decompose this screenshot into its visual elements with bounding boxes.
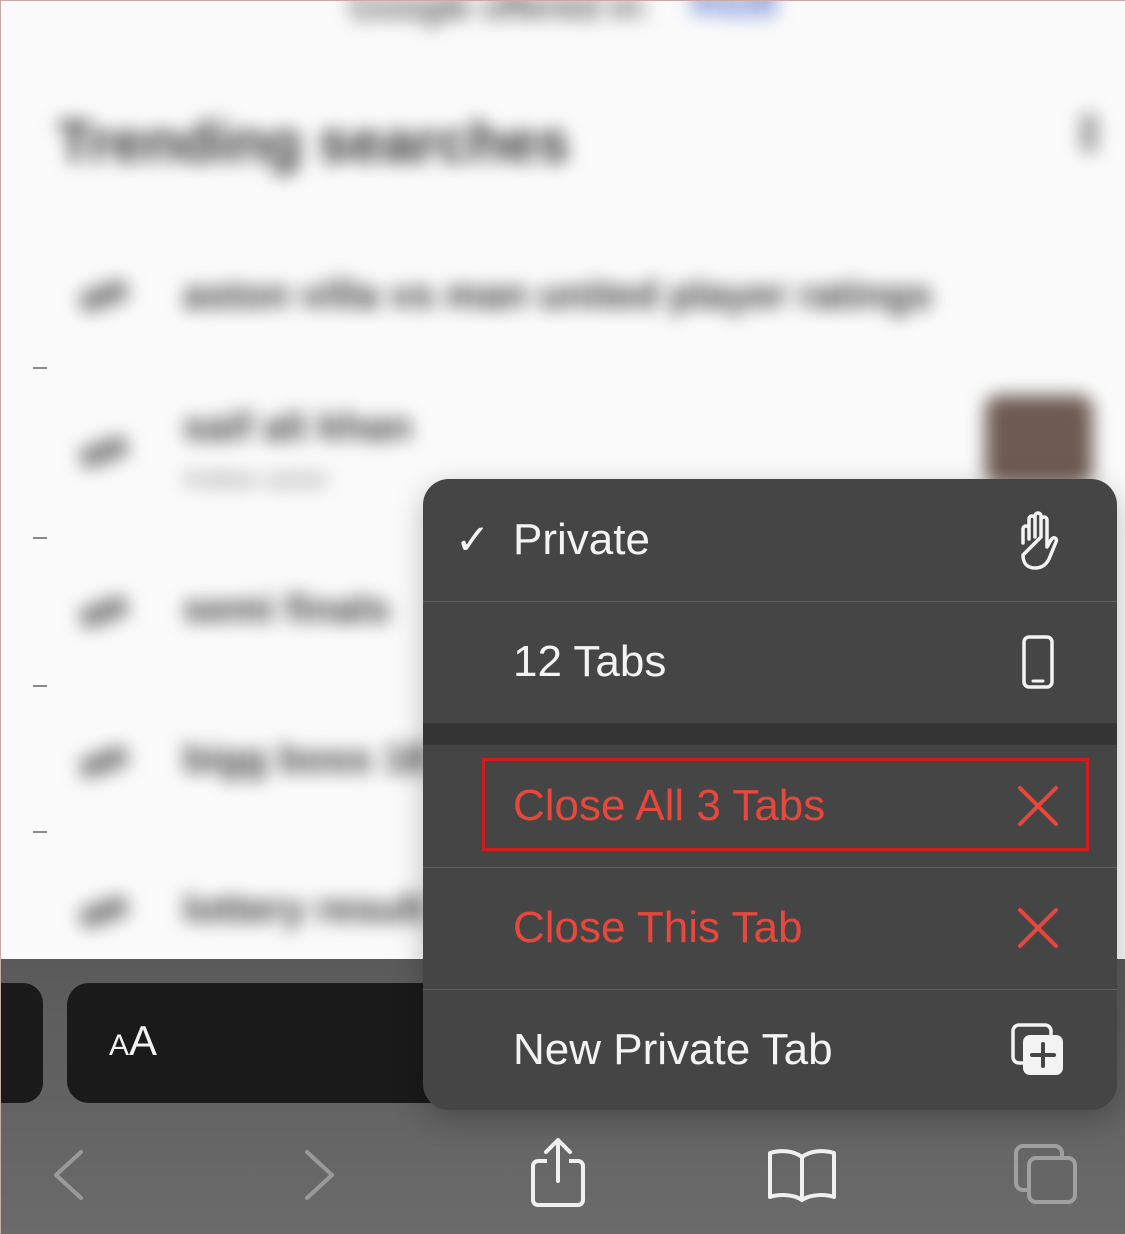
trending-item-text: aston villa vs man united player ratings [183, 273, 933, 317]
menu-item-close-this-tab[interactable]: Close This Tab [423, 867, 1117, 989]
phone-icon [1005, 629, 1071, 695]
bookmarks-icon[interactable] [767, 1147, 837, 1203]
back-icon[interactable] [51, 1149, 87, 1201]
menu-item-label: Private [513, 515, 650, 564]
trending-thumbnail [985, 395, 1093, 485]
tabs-icon[interactable] [1013, 1143, 1079, 1205]
menu-item-new-private-tab[interactable]: New Private Tab [423, 989, 1117, 1110]
trending-item-text: bigg boss 18 [183, 737, 428, 781]
forward-icon[interactable] [301, 1149, 337, 1201]
new-tab-icon [1005, 1017, 1071, 1083]
hand-icon [1005, 507, 1071, 573]
share-icon[interactable] [529, 1137, 587, 1209]
trend-arrow-icon [76, 433, 132, 471]
menu-item-label: Close This Tab [513, 903, 803, 952]
divider-tick [33, 537, 47, 539]
trend-arrow-icon [76, 277, 132, 315]
language-link[interactable]: नेपाली [689, 1, 777, 28]
trending-title: Trending searches [57, 110, 570, 175]
reader-options-button[interactable]: AA [109, 1017, 157, 1065]
trending-item-text: semi finals [183, 587, 390, 631]
divider-tick [33, 367, 47, 369]
divider-tick [33, 831, 47, 833]
trend-arrow-icon [76, 743, 132, 781]
offered-in-text: Google offered in: [349, 1, 651, 28]
trending-item[interactable]: aston villa vs man united player ratings [49, 221, 1109, 371]
trending-item-subtitle: Indian actor [183, 463, 330, 494]
trending-item-text: lottery result [183, 887, 426, 931]
trending-item-text: saif ali khan [183, 405, 412, 449]
more-options-icon[interactable] [1081, 113, 1097, 153]
highlight-box [482, 758, 1089, 851]
menu-item-label: New Private Tab [513, 1025, 833, 1074]
divider-tick [33, 685, 47, 687]
trend-arrow-icon [76, 893, 132, 931]
menu-group-gap [423, 723, 1117, 745]
trend-arrow-icon [76, 593, 132, 631]
menu-item-label: 12 Tabs [513, 637, 667, 686]
menu-item-tab-group[interactable]: 12 Tabs [423, 601, 1117, 723]
menu-item-private[interactable]: ✓ Private [423, 479, 1117, 601]
tab-group-menu: ✓ Private 12 Tabs Close All 3 Tabs Close… [423, 479, 1117, 1110]
offered-in-line: Google offered in: नेपाली [349, 1, 777, 31]
close-icon [1005, 895, 1071, 961]
previous-tab-address-bar[interactable] [1, 983, 43, 1103]
checkmark-icon: ✓ [455, 516, 491, 563]
